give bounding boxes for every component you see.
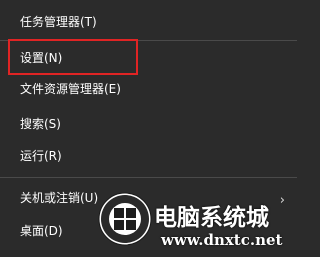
watermark-logo-icon [98,192,152,246]
context-menu: 任务管理器(T) 设置(N) 文件资源管理器(E) 搜索(S) 运行(R) 关机… [0,0,297,257]
menu-item-search[interactable]: 搜索(S) [0,109,297,139]
menu-item-label: 文件资源管理器(E) [20,82,121,96]
watermark-title: 电脑系统城 [154,205,269,231]
menu-item-label: 桌面(D) [20,224,63,238]
menu-separator [0,177,297,178]
menu-item-label: 关机或注销(U) [20,191,99,205]
menu-item-task-manager[interactable]: 任务管理器(T) [0,7,297,37]
menu-item-label: 运行(R) [20,149,62,163]
menu-item-label: 任务管理器(T) [20,15,97,29]
watermark-url: www.dnxtc.net [161,231,283,249]
watermark: 电脑系统城 www.dnxtc.net [97,185,297,257]
highlight-box [8,39,138,75]
menu-item-label: 搜索(S) [20,117,61,131]
menu-item-run[interactable]: 运行(R) [0,141,297,171]
menu-item-file-explorer[interactable]: 文件资源管理器(E) [0,74,297,104]
